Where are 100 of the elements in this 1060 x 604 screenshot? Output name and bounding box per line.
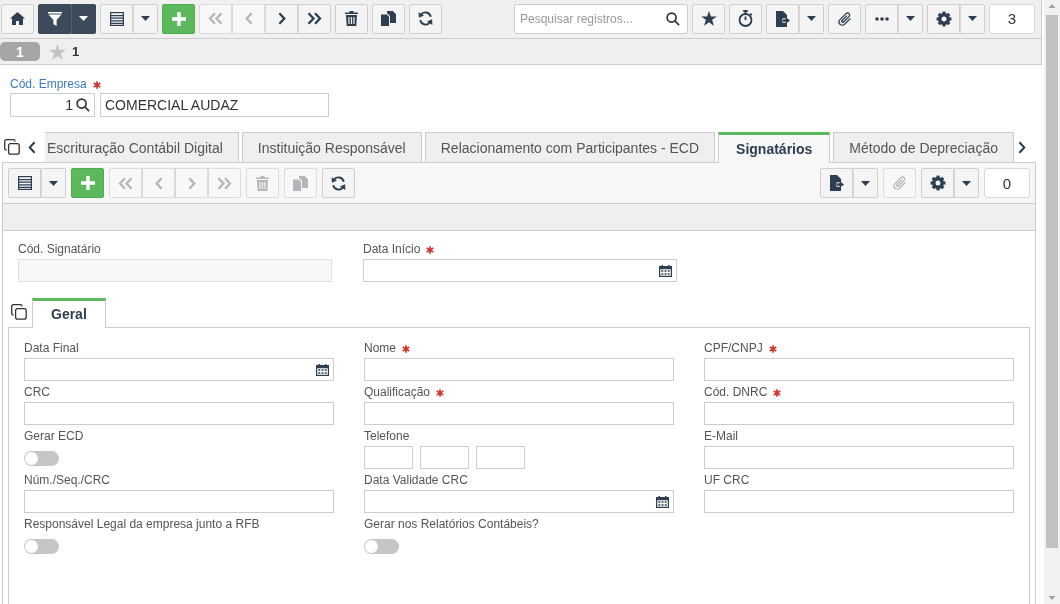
delete-button[interactable] — [335, 3, 368, 34]
field-label: UF CRC — [704, 473, 750, 488]
company-code-field[interactable]: 1 — [10, 93, 95, 117]
tab[interactable]: Escrituração Contábil Digital — [45, 132, 239, 162]
favorite-button[interactable] — [692, 3, 725, 34]
field-label: Gerar ECD — [24, 429, 84, 444]
plus-icon — [171, 11, 186, 26]
duplicate-button[interactable] — [372, 3, 405, 34]
toggle-switch[interactable] — [24, 451, 59, 466]
star-icon — [700, 11, 717, 26]
date-field[interactable] — [364, 490, 674, 513]
export-button[interactable] — [820, 168, 853, 198]
date-field[interactable] — [363, 259, 677, 282]
field-label: Qualificação — [364, 385, 431, 400]
refresh-button[interactable] — [322, 168, 355, 198]
export-button[interactable] — [766, 3, 799, 34]
input-field[interactable] — [704, 446, 1014, 469]
caret-icon — [79, 16, 88, 21]
add-button[interactable] — [71, 168, 104, 198]
double-chevron-right-icon — [217, 176, 232, 190]
tab[interactable]: Instituição Responsável — [241, 132, 422, 162]
input-field[interactable] — [364, 446, 413, 469]
dropdown-button[interactable] — [71, 3, 96, 34]
paperclip-icon — [892, 175, 907, 191]
filter-button[interactable] — [38, 3, 71, 34]
input-field[interactable] — [704, 490, 1014, 513]
tab[interactable]: Método de Depreciação — [833, 132, 1014, 162]
input-field[interactable] — [24, 402, 334, 425]
toggle-switch[interactable] — [364, 539, 399, 554]
caret-icon — [49, 180, 58, 186]
input-field[interactable] — [24, 490, 334, 513]
tab[interactable]: Geral — [32, 298, 106, 328]
input-field[interactable] — [704, 358, 1014, 381]
settings-button[interactable] — [927, 3, 960, 34]
vertical-scrollbar[interactable] — [1044, 0, 1060, 604]
file-arrow-icon — [775, 10, 790, 27]
table-icon — [109, 11, 124, 26]
timer-button[interactable] — [729, 3, 762, 34]
caret-icon — [861, 180, 870, 186]
home-button[interactable] — [1, 3, 34, 34]
chevron-left-icon — [154, 176, 163, 190]
caret-icon — [962, 180, 971, 186]
tab[interactable]: Relacionamento com Participantes - ECD — [424, 132, 716, 162]
toggle-switch[interactable] — [24, 539, 59, 554]
field-label: CPF/CNPJ — [704, 341, 763, 356]
chevron-left-icon[interactable] — [28, 141, 36, 154]
field-label: Telefone — [364, 429, 410, 444]
stopwatch-icon — [738, 10, 753, 27]
tab[interactable]: Signatários — [718, 132, 831, 163]
gear-icon — [935, 10, 952, 27]
refresh-button[interactable] — [409, 3, 442, 34]
input-field[interactable] — [364, 358, 674, 381]
input-field[interactable] — [704, 402, 1014, 425]
field-label: Cód. Signatário — [18, 242, 101, 257]
field-label: Data Validade CRC — [364, 473, 468, 488]
documents-icon — [381, 11, 396, 26]
refresh-icon — [418, 11, 433, 26]
gear-icon — [929, 175, 946, 191]
field-label: Cód. DNRC — [704, 385, 768, 400]
date-field[interactable] — [24, 358, 334, 381]
table-icon — [17, 176, 32, 190]
copy-icon[interactable] — [11, 304, 27, 320]
calendar-icon[interactable] — [316, 363, 329, 376]
company-name-field[interactable]: COMERCIAL AUDAZ — [100, 93, 329, 117]
chevron-right-icon — [277, 12, 286, 25]
filter-icon — [47, 11, 62, 26]
file-arrow-icon — [829, 175, 844, 191]
double-chevron-left-icon — [208, 12, 223, 25]
ellipsis-icon — [874, 16, 889, 21]
input-field[interactable] — [476, 446, 525, 469]
caret-icon — [968, 16, 977, 21]
double-chevron-right-icon — [307, 12, 322, 25]
field-label: Data Início — [363, 242, 421, 257]
star-icon — [49, 43, 66, 60]
last-record-button[interactable] — [298, 3, 331, 34]
input-field[interactable] — [420, 446, 469, 469]
record-counter: 3 — [989, 3, 1035, 34]
settings-button[interactable] — [921, 168, 954, 198]
next-record-button[interactable] — [265, 3, 298, 34]
view-button[interactable] — [8, 168, 41, 198]
input-field[interactable] — [364, 402, 674, 425]
calendar-icon[interactable] — [659, 264, 672, 277]
field-label: Responsável Legal da empresa junto a RFB — [24, 517, 260, 532]
calendar-icon[interactable] — [656, 495, 669, 508]
caret-icon — [906, 16, 915, 21]
caret-icon — [807, 16, 816, 21]
more-button[interactable] — [865, 3, 898, 34]
chevron-right-icon[interactable] — [1018, 141, 1026, 154]
field-label: E-Mail — [704, 429, 738, 444]
view-button[interactable] — [100, 3, 133, 34]
home-icon — [10, 12, 25, 25]
double-chevron-left-icon — [118, 176, 133, 190]
copy-icon[interactable] — [4, 139, 20, 155]
attach-button[interactable] — [828, 3, 861, 34]
plus-icon — [80, 176, 95, 190]
favorites-count: 1 — [72, 44, 80, 59]
field-label: Nome — [364, 341, 396, 356]
field-label: Data Final — [24, 341, 79, 356]
search-icon — [666, 11, 680, 26]
chevron-left-icon — [244, 12, 253, 25]
